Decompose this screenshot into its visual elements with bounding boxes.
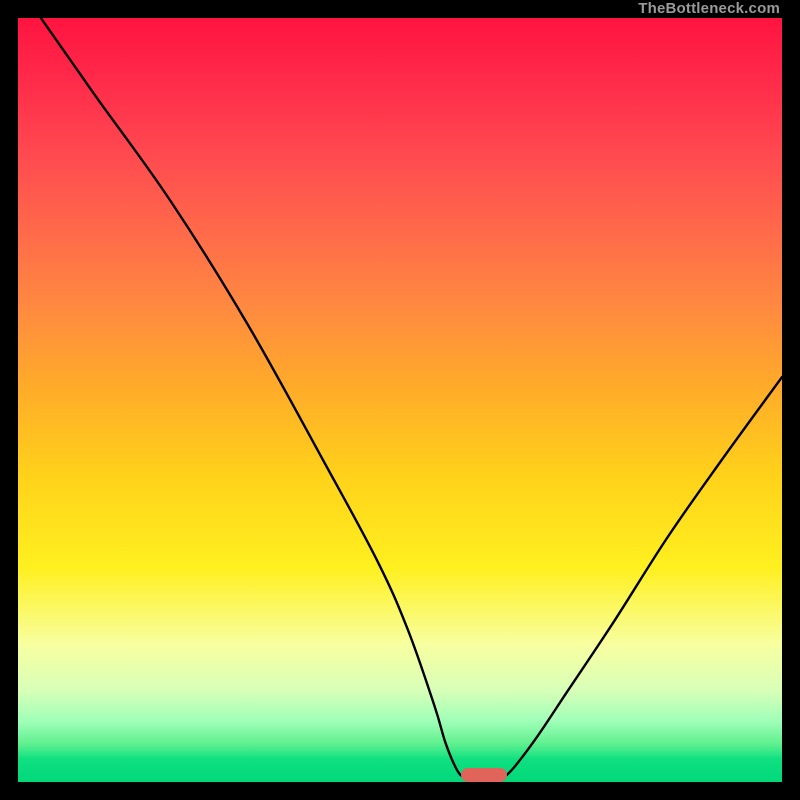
bottleneck-curve xyxy=(18,18,782,782)
attribution-label: TheBottleneck.com xyxy=(638,0,780,18)
chart-frame: TheBottleneck.com xyxy=(0,0,800,800)
optimum-marker xyxy=(461,768,507,782)
curve-left-branch xyxy=(41,18,465,778)
chart-plot-area xyxy=(18,18,782,782)
curve-right-branch xyxy=(503,377,782,778)
